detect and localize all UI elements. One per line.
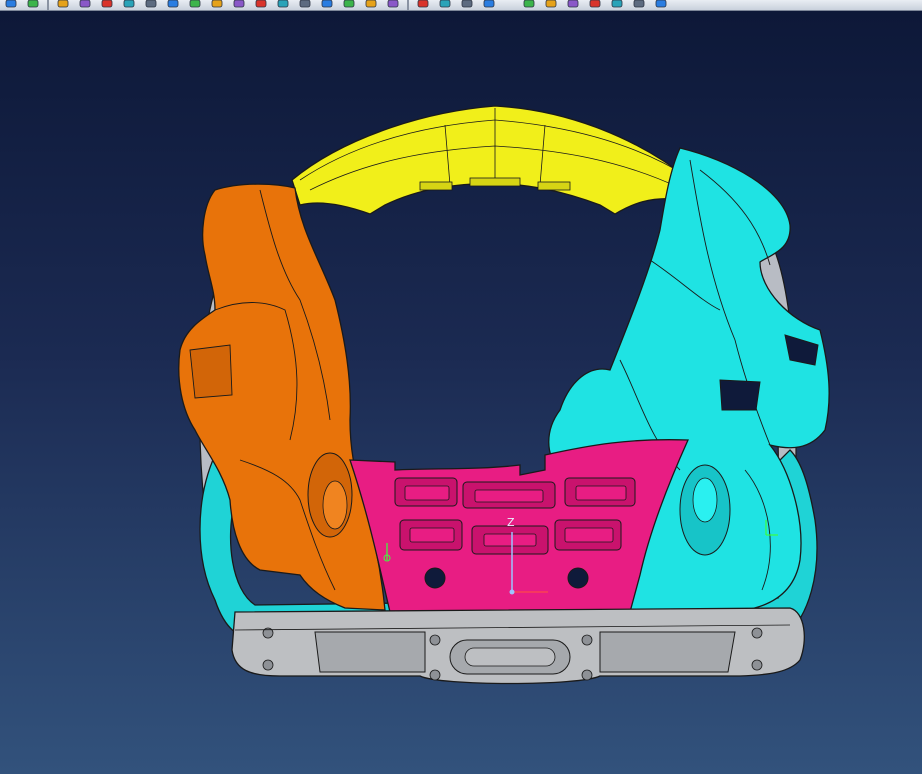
3d-model [178,105,830,685]
link-icon[interactable] [360,0,382,10]
cylinder-icon[interactable] [434,0,456,10]
number-icon[interactable] [118,0,140,10]
minus-icon[interactable] [22,0,44,10]
gear-green-icon[interactable] [338,0,360,10]
tools-icon[interactable] [140,0,162,10]
wrench-icon[interactable] [228,0,250,10]
undo-icon[interactable] [74,0,96,10]
search-icon[interactable] [184,0,206,10]
shield-down-icon[interactable] [272,0,294,10]
plus-icon[interactable] [0,0,22,10]
cross-icon[interactable] [628,0,650,10]
doc3-icon[interactable] [562,0,584,10]
axis-z-label: Z [507,516,515,529]
cylinder2-icon[interactable] [456,0,478,10]
doc5-icon[interactable] [606,0,628,10]
doc4-icon[interactable] [584,0,606,10]
cube-icon[interactable] [294,0,316,10]
doc2-icon[interactable] [540,0,562,10]
toolbar-separator [47,0,49,10]
check-icon[interactable] [96,0,118,10]
toolbar-separator [407,0,409,10]
cube-down-icon[interactable] [316,0,338,10]
cylinder3-icon[interactable] [478,0,500,10]
hook-icon[interactable] [206,0,228,10]
grid-icon[interactable] [650,0,672,10]
arrow-icon[interactable] [382,0,404,10]
shield-icon[interactable] [250,0,272,10]
pan-icon[interactable] [412,0,434,10]
pen-icon[interactable] [162,0,184,10]
doc-icon[interactable] [518,0,540,10]
top-arch [291,105,691,215]
top-toolbar [0,0,922,11]
sketch-icon[interactable] [52,0,74,10]
3d-viewport[interactable]: Z [0,11,922,774]
